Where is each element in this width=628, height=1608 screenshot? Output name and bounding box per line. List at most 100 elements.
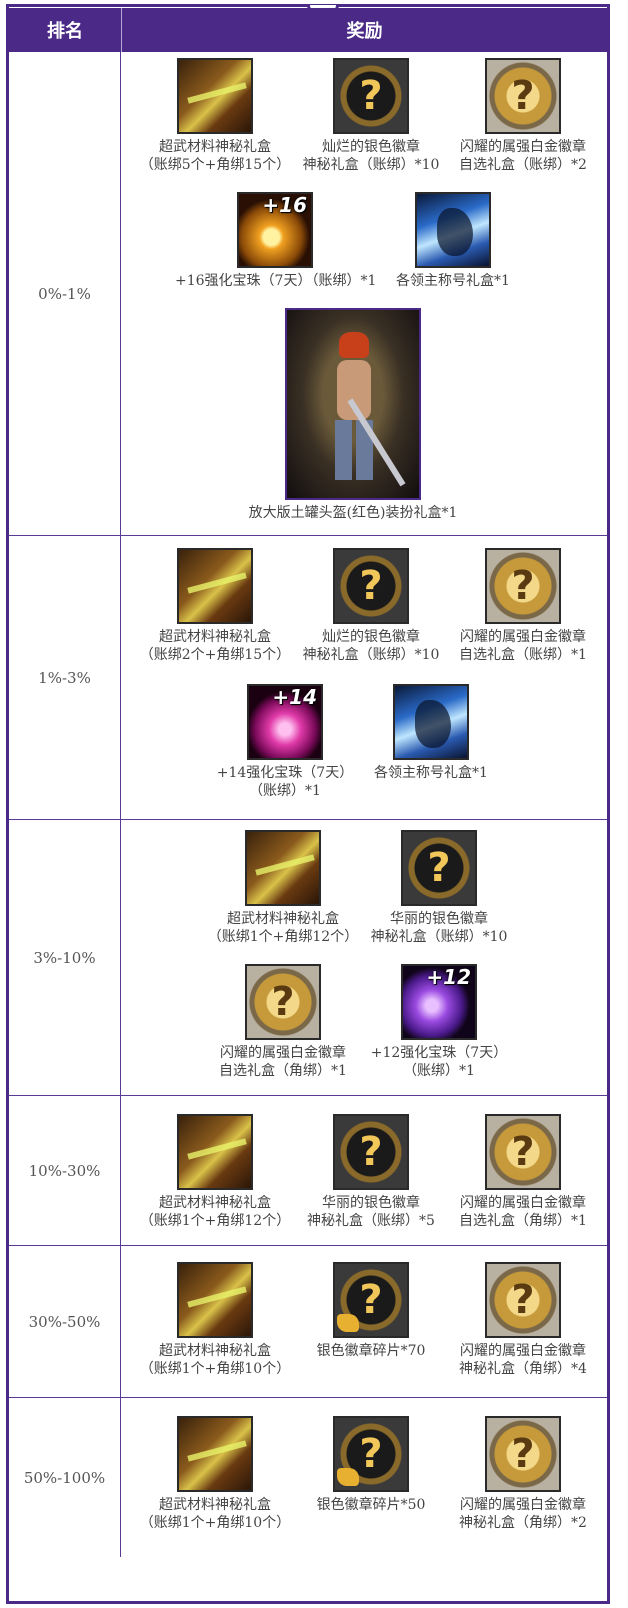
reward-item: ? 闪耀的属强白金徽章 自选礼盒（角绑）*1 (443, 1114, 603, 1230)
reward-label-line2: （账绑2个+角绑15个） (139, 647, 291, 663)
rank-label: 10%-30% (9, 1096, 121, 1245)
reward-item: +12 +12强化宝珠（7天） （账绑）*1 (359, 964, 519, 1080)
reward-label-line2: 自选礼盒（角绑）*1 (459, 1213, 587, 1229)
chest-icon (245, 830, 321, 906)
reward-item: +16 +16强化宝珠（7天）（账绑）*1 (175, 192, 377, 290)
reward-label-line2: （账绑）*1 (403, 1063, 475, 1079)
reward-item: 超武材料神秘礼盒 （账绑1个+角绑12个） (203, 830, 363, 946)
chest-icon (177, 548, 253, 624)
orb-icon: +16 (237, 192, 313, 268)
rank-column-header: 排名 (9, 8, 122, 52)
reward-label-line1: 闪耀的属强白金徽章 (460, 1195, 586, 1211)
rank-label: 3%-10% (9, 820, 121, 1095)
silver-badge-box-icon: ? (333, 548, 409, 624)
silver-badge-box-icon: ? (333, 1114, 409, 1190)
reward-label-line1: 灿烂的银色徽章 (322, 139, 420, 155)
rank-label: 1%-3% (9, 536, 121, 819)
reward-item: ? 闪耀的属强白金徽章 自选礼盒（角绑）*1 (203, 964, 363, 1080)
reward-label-line2: （账绑1个+角绑10个） (139, 1515, 291, 1531)
reward-label-line2: （账绑1个+角绑10个） (139, 1361, 291, 1377)
reward-label-line1: 超武材料神秘礼盒 (227, 911, 339, 927)
plus-16-badge: +16 (262, 193, 307, 217)
silver-badge-box-icon: ? (401, 830, 477, 906)
reward-label-line2: （账绑5个+角绑15个） (139, 157, 291, 173)
reward-label-line2: （账绑1个+角绑12个） (139, 1213, 291, 1229)
plus-14-badge: +14 (272, 685, 317, 709)
reward-item: ? 灿烂的银色徽章 神秘礼盒（账绑）*10 (291, 58, 451, 174)
chest-icon (177, 58, 253, 134)
rank-label: 0%-1% (9, 52, 121, 535)
reward-label-line1: 超武材料神秘礼盒 (159, 139, 271, 155)
reward-item: ? 华丽的银色徽章 神秘礼盒（账绑）*5 (291, 1114, 451, 1230)
reward-label-line1: 华丽的银色徽章 (322, 1195, 420, 1211)
rank-row-30-50: 30%-50% 超武材料神秘礼盒 （账绑1个+角绑10个） ? 银色徽章碎片*7… (9, 1246, 607, 1398)
reward-label-line1: 闪耀的属强白金徽章 (460, 139, 586, 155)
reward-item: 超武材料神秘礼盒 （账绑2个+角绑15个） (135, 548, 295, 664)
reward-item: ? 闪耀的属强白金徽章 神秘礼盒（角绑）*4 (443, 1262, 603, 1378)
rank-label: 50%-100% (9, 1398, 121, 1557)
reward-label-line1: 各领主称号礼盒*1 (374, 765, 488, 781)
rank-row-0-1: 0%-1% 超武材料神秘礼盒 （账绑5个+角绑15个） ? 灿烂的银色徽章 神秘… (9, 52, 607, 536)
badge-fragment-icon: ? (333, 1262, 409, 1338)
dragon-title-icon (393, 684, 469, 760)
chest-icon (177, 1416, 253, 1492)
rank-row-1-3: 1%-3% 超武材料神秘礼盒 （账绑2个+角绑15个） ? 灿烂的银色徽章 神秘… (9, 536, 607, 820)
reward-item: 超武材料神秘礼盒 （账绑5个+角绑15个） (135, 58, 295, 174)
reward-label-line1: 银色徽章碎片*70 (316, 1343, 426, 1359)
reward-item: ? 华丽的银色徽章 神秘礼盒（账绑）*10 (359, 830, 519, 946)
orb-icon: +12 (401, 964, 477, 1040)
reward-label-line1: 灿烂的银色徽章 (322, 629, 420, 645)
reward-label-line1: 放大版土罐头盔(红色)装扮礼盒*1 (248, 505, 458, 521)
reward-label-line2: 神秘礼盒（账绑）*10 (302, 647, 440, 663)
platinum-badge-box-icon: ? (245, 964, 321, 1040)
reward-label-line2: 神秘礼盒（角绑）*4 (459, 1361, 587, 1377)
reward-item: ? 闪耀的属强白金徽章 自选礼盒（账绑）*1 (443, 548, 603, 664)
rank-label: 30%-50% (9, 1246, 121, 1397)
reward-label-line2: （账绑1个+角绑12个） (207, 929, 359, 945)
reward-label-line1: 华丽的银色徽章 (390, 911, 488, 927)
silver-badge-box-icon: ? (333, 58, 409, 134)
reward-column-header: 奖励 (346, 21, 383, 42)
reward-item: 超武材料神秘礼盒 （账绑1个+角绑12个） (135, 1114, 295, 1230)
reward-label-line2: （账绑）*1 (249, 783, 321, 799)
rank-row-3-10: 3%-10% 超武材料神秘礼盒 （账绑1个+角绑12个） ? 华丽的银色徽章 神… (9, 820, 607, 1096)
reward-label-line1: 各领主称号礼盒*1 (396, 273, 510, 289)
reward-label-line1: 超武材料神秘礼盒 (159, 1343, 271, 1359)
reward-item: ? 银色徽章碎片*70 (291, 1262, 451, 1360)
reward-label-line1: +12强化宝珠（7天） (370, 1045, 508, 1061)
reward-label-line1: 闪耀的属强白金徽章 (460, 1343, 586, 1359)
reward-label-line2: 神秘礼盒（账绑）*5 (307, 1213, 435, 1229)
platinum-badge-box-icon: ? (485, 548, 561, 624)
reward-label-line2: 神秘礼盒（角绑）*2 (459, 1515, 587, 1531)
avatar-costume-icon (285, 308, 421, 500)
reward-label-line1: 银色徽章碎片*50 (316, 1497, 426, 1513)
orb-icon: +14 (247, 684, 323, 760)
reward-item: 超武材料神秘礼盒 （账绑1个+角绑10个） (135, 1416, 295, 1532)
rank-row-10-30: 10%-30% 超武材料神秘礼盒 （账绑1个+角绑12个） ? 华丽的银色徽章 … (9, 1096, 607, 1246)
rank-row-50-100: 50%-100% 超武材料神秘礼盒 （账绑1个+角绑10个） ? 银色徽章碎片*… (9, 1398, 607, 1557)
reward-label-line1: 闪耀的属强白金徽章 (460, 1497, 586, 1513)
reward-item: 各领主称号礼盒*1 (373, 192, 533, 290)
reward-item: ? 灿烂的银色徽章 神秘礼盒（账绑）*10 (291, 548, 451, 664)
reward-item: ? 闪耀的属强白金徽章 神秘礼盒（角绑）*2 (443, 1416, 603, 1532)
reward-label-line1: 超武材料神秘礼盒 (159, 1195, 271, 1211)
reward-label-line1: 闪耀的属强白金徽章 (460, 629, 586, 645)
platinum-badge-box-icon: ? (485, 58, 561, 134)
badge-fragment-icon: ? (333, 1416, 409, 1492)
plus-12-badge: +12 (426, 965, 471, 989)
dragon-title-icon (415, 192, 491, 268)
platinum-badge-box-icon: ? (485, 1262, 561, 1338)
reward-item: ? 银色徽章碎片*50 (291, 1416, 451, 1514)
reward-label-line2: 自选礼盒（角绑）*1 (219, 1063, 347, 1079)
table-header: 排名 奖励 (9, 8, 607, 52)
reward-label-line2: 自选礼盒（账绑）*1 (459, 647, 587, 663)
platinum-badge-box-icon: ? (485, 1114, 561, 1190)
reward-item: ? 闪耀的属强白金徽章 自选礼盒（账绑）*2 (443, 58, 603, 174)
reward-label-line2: 神秘礼盒（账绑）*10 (302, 157, 440, 173)
reward-item: 各领主称号礼盒*1 (351, 684, 511, 782)
platinum-badge-box-icon: ? (485, 1416, 561, 1492)
reward-label-line1: +16强化宝珠（7天）（账绑）*1 (175, 273, 377, 289)
reward-label-line1: 超武材料神秘礼盒 (159, 1497, 271, 1513)
reward-label-line2: 神秘礼盒（账绑）*10 (370, 929, 508, 945)
chest-icon (177, 1114, 253, 1190)
